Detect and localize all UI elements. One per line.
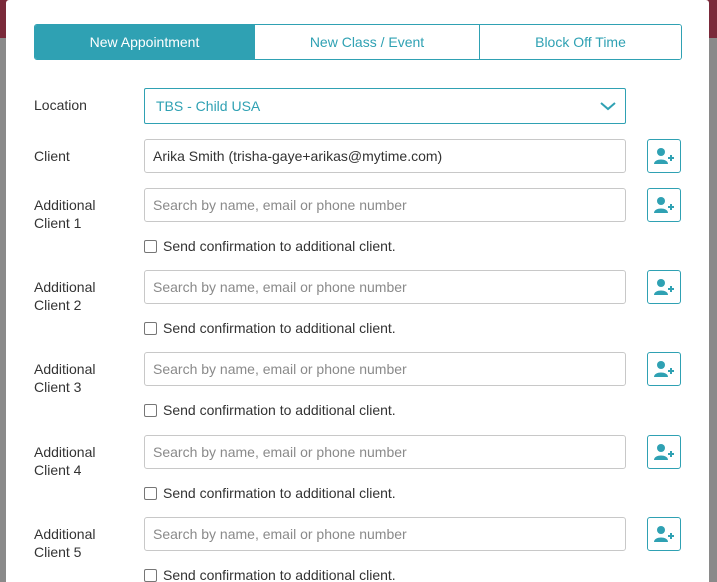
checkbox-label: Send confirmation to additional client. (163, 238, 396, 254)
location-value: TBS - Child USA (156, 98, 261, 114)
tab-block-off-time[interactable]: Block Off Time (480, 25, 681, 59)
add-additional-client-1-button[interactable] (647, 188, 681, 222)
additional-client-5-label: Additional Client 5 (34, 526, 96, 560)
add-user-icon (654, 197, 674, 213)
additional-client-2-input[interactable]: Search by name, email or phone number (144, 270, 626, 304)
additional-client-4-input[interactable]: Search by name, email or phone number (144, 435, 626, 469)
add-user-icon (654, 361, 674, 377)
background-right (709, 38, 717, 582)
location-label: Location (34, 97, 87, 113)
additional-client-5-input[interactable]: Search by name, email or phone number (144, 517, 626, 551)
chevron-down-icon (600, 102, 616, 111)
tab-new-appointment[interactable]: New Appointment (35, 25, 255, 59)
appointment-modal: New Appointment New Class / Event Block … (6, 0, 709, 582)
checkbox-label: Send confirmation to additional client. (163, 320, 396, 336)
checkbox[interactable] (144, 321, 157, 335)
add-additional-client-2-button[interactable] (647, 270, 681, 304)
search-placeholder: Search by name, email or phone number (153, 526, 407, 542)
additional-client-2-label: Additional Client 2 (34, 279, 96, 313)
add-user-icon (654, 279, 674, 295)
add-user-icon (654, 148, 674, 164)
confirmation-checkbox-1[interactable]: Send confirmation to additional client. (144, 238, 396, 254)
client-input[interactable]: Arika Smith (trisha-gaye+arikas@mytime.c… (144, 139, 626, 173)
checkbox[interactable] (144, 403, 157, 417)
search-placeholder: Search by name, email or phone number (153, 361, 407, 377)
checkbox-label: Send confirmation to additional client. (163, 485, 396, 501)
search-placeholder: Search by name, email or phone number (153, 444, 407, 460)
add-user-icon (654, 444, 674, 460)
confirmation-checkbox-2[interactable]: Send confirmation to additional client. (144, 320, 396, 336)
additional-client-3-input[interactable]: Search by name, email or phone number (144, 352, 626, 386)
search-placeholder: Search by name, email or phone number (153, 279, 407, 295)
confirmation-checkbox-5[interactable]: Send confirmation to additional client. (144, 567, 396, 582)
confirmation-checkbox-4[interactable]: Send confirmation to additional client. (144, 485, 396, 501)
checkbox-label: Send confirmation to additional client. (163, 567, 396, 582)
client-label: Client (34, 148, 70, 164)
additional-client-4-label: Additional Client 4 (34, 444, 96, 478)
additional-client-3-label: Additional Client 3 (34, 361, 96, 395)
mode-tabs: New Appointment New Class / Event Block … (34, 24, 682, 60)
additional-client-1-input[interactable]: Search by name, email or phone number (144, 188, 626, 222)
add-user-icon (654, 526, 674, 542)
add-client-button[interactable] (647, 139, 681, 173)
additional-client-1-label: Additional Client 1 (34, 197, 96, 231)
checkbox-label: Send confirmation to additional client. (163, 402, 396, 418)
location-select[interactable]: TBS - Child USA (144, 88, 626, 124)
checkbox[interactable] (144, 239, 157, 253)
tab-new-class-event[interactable]: New Class / Event (255, 25, 480, 59)
search-placeholder: Search by name, email or phone number (153, 197, 407, 213)
add-additional-client-5-button[interactable] (647, 517, 681, 551)
checkbox[interactable] (144, 568, 157, 582)
checkbox[interactable] (144, 486, 157, 500)
confirmation-checkbox-3[interactable]: Send confirmation to additional client. (144, 402, 396, 418)
add-additional-client-4-button[interactable] (647, 435, 681, 469)
add-additional-client-3-button[interactable] (647, 352, 681, 386)
client-value: Arika Smith (trisha-gaye+arikas@mytime.c… (153, 148, 443, 164)
